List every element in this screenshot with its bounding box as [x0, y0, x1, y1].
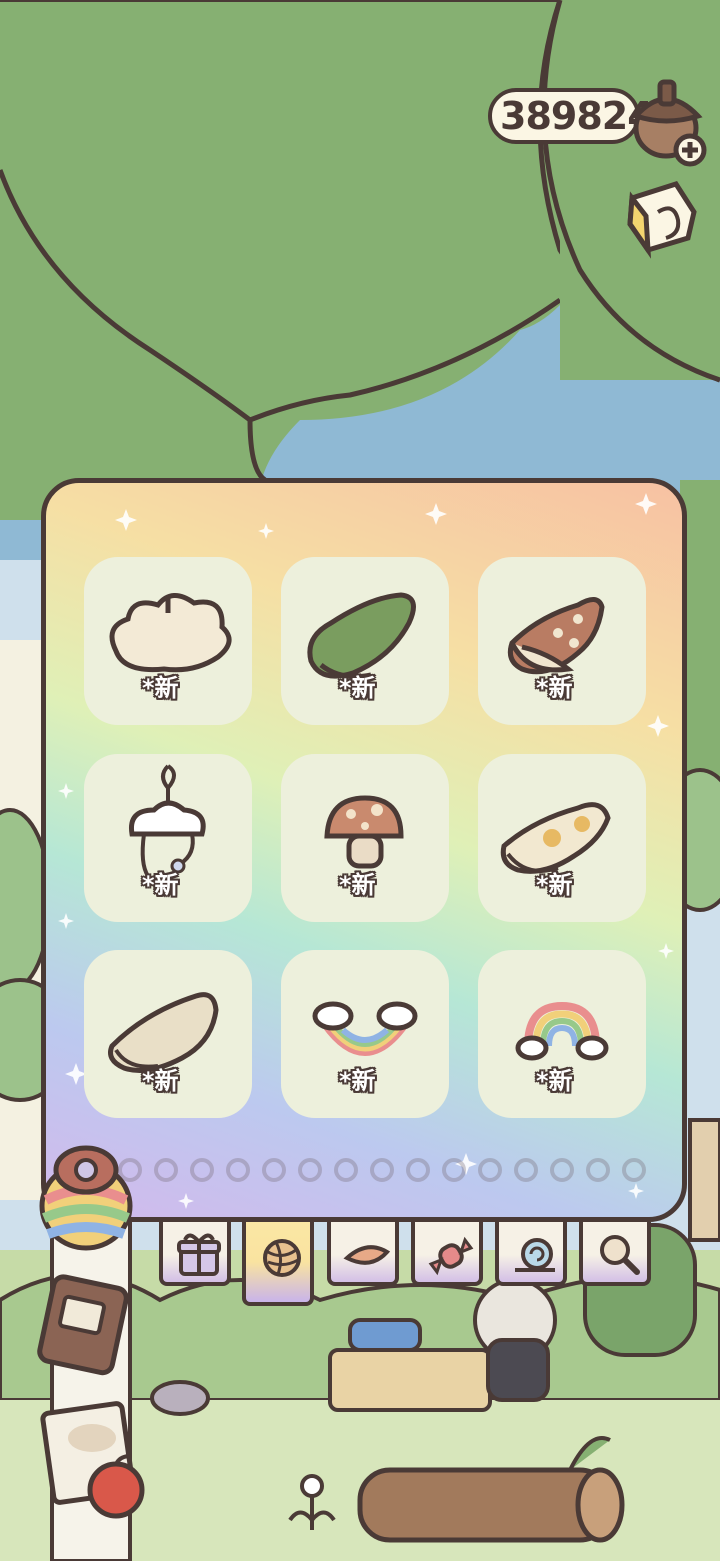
page-dot[interactable]	[190, 1158, 214, 1182]
new-badge: *新	[536, 871, 573, 899]
acorn-icon[interactable]	[620, 72, 712, 168]
guide-book-icon[interactable]	[618, 176, 704, 262]
item-slot-2[interactable]: *新	[281, 557, 449, 725]
new-badge: *新	[536, 1067, 573, 1095]
page-dot[interactable]	[154, 1158, 178, 1182]
page-dot[interactable]	[406, 1158, 430, 1182]
item-slot-4[interactable]: *新	[84, 754, 252, 922]
tab-gifts[interactable]	[159, 1222, 231, 1286]
item-slot-5[interactable]: *新	[281, 754, 449, 922]
new-badge: *新	[339, 1067, 376, 1095]
letters-apple-icon[interactable]	[40, 1400, 150, 1520]
magnifier-icon	[600, 1235, 640, 1275]
tab-clothing[interactable]	[242, 1222, 314, 1306]
page-dot[interactable]	[298, 1158, 322, 1182]
game-scene: 389824 *新 *新 *新 *新 *新 *新 *新 *新 *新	[0, 0, 720, 1561]
page-dot[interactable]	[514, 1158, 538, 1182]
tab-search[interactable]	[579, 1222, 651, 1286]
leaf-icon	[343, 1245, 391, 1265]
item-slot-9[interactable]: *新	[478, 950, 646, 1118]
new-badge: *新	[142, 871, 179, 899]
page-dot[interactable]	[442, 1158, 466, 1182]
new-badge: *新	[536, 674, 573, 702]
new-badge: *新	[142, 674, 179, 702]
page-dot[interactable]	[478, 1158, 502, 1182]
page-dot[interactable]	[550, 1158, 574, 1182]
yarn-ball-icon	[263, 1239, 301, 1277]
gift-icon	[177, 1233, 221, 1276]
new-badge: *新	[142, 1067, 179, 1095]
snail-icon	[515, 1238, 555, 1272]
page-dot[interactable]	[370, 1158, 394, 1182]
item-slot-6[interactable]: *新	[478, 754, 646, 922]
candy-icon	[428, 1236, 474, 1276]
page-indicator	[118, 1158, 678, 1188]
rainbow-bag-icon[interactable]	[28, 1140, 144, 1256]
item-slot-1[interactable]: *新	[84, 557, 252, 725]
currency-amount: 389824	[500, 94, 654, 138]
tab-creatures[interactable]	[495, 1222, 567, 1286]
item-slot-3[interactable]: *新	[478, 557, 646, 725]
new-badge: *新	[339, 674, 376, 702]
page-dot[interactable]	[262, 1158, 286, 1182]
tab-snacks[interactable]	[411, 1222, 483, 1286]
tab-food[interactable]	[327, 1222, 399, 1286]
page-dot[interactable]	[334, 1158, 358, 1182]
journal-book-icon[interactable]	[36, 1270, 136, 1380]
page-dot[interactable]	[226, 1158, 250, 1182]
item-slot-8[interactable]: *新	[281, 950, 449, 1118]
page-dot[interactable]	[586, 1158, 610, 1182]
page-dot[interactable]	[622, 1158, 646, 1182]
item-slot-7[interactable]: *新	[84, 950, 252, 1118]
new-badge: *新	[339, 871, 376, 899]
